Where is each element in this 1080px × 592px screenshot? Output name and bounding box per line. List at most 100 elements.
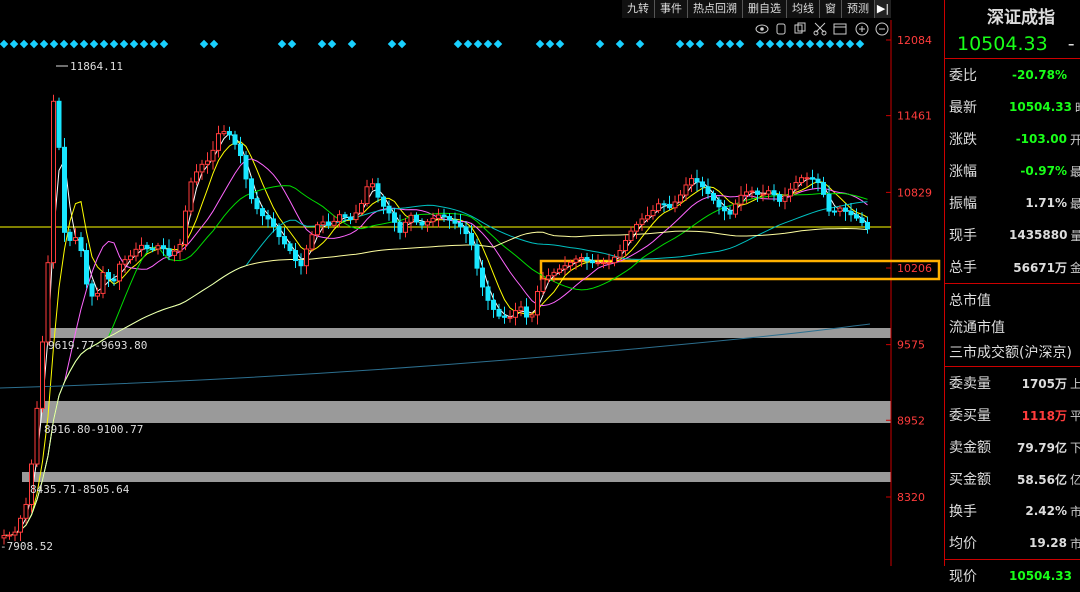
zone-label-3: 8435.71-8505.64 <box>30 483 130 496</box>
row-value: 1435880 <box>1009 228 1068 242</box>
event-marker[interactable] <box>463 39 473 49</box>
row-label: 换手 <box>949 504 977 520</box>
event-marker[interactable] <box>535 39 545 49</box>
copy-icon[interactable] <box>794 22 806 34</box>
event-marker[interactable] <box>89 39 99 49</box>
remove-watchlist-button[interactable]: 删自选 <box>742 0 786 18</box>
event-marker[interactable] <box>675 39 685 49</box>
event-marker[interactable] <box>347 39 357 49</box>
candle-body <box>562 265 568 270</box>
hotspot-review-button[interactable]: 热点回溯 <box>687 0 742 18</box>
event-marker[interactable] <box>119 39 129 49</box>
highlight-box[interactable] <box>539 259 941 281</box>
event-marker[interactable] <box>855 39 865 49</box>
cut-icon[interactable] <box>813 22 827 36</box>
event-marker[interactable] <box>139 39 149 49</box>
event-marker[interactable] <box>595 39 605 49</box>
candle-body <box>122 259 128 265</box>
event-marker[interactable] <box>493 39 503 49</box>
event-marker[interactable] <box>49 39 59 49</box>
nine-turn-button[interactable]: 九转 <box>622 0 654 18</box>
zoom-out-icon[interactable] <box>875 22 889 36</box>
hand-icon[interactable] <box>776 23 786 35</box>
event-marker[interactable] <box>397 39 407 49</box>
event-marker-row[interactable] <box>0 39 865 49</box>
event-marker[interactable] <box>555 39 565 49</box>
events-button[interactable]: 事件 <box>654 0 687 18</box>
event-marker[interactable] <box>209 39 219 49</box>
event-marker[interactable] <box>277 39 287 49</box>
event-marker[interactable] <box>755 39 765 49</box>
event-marker[interactable] <box>725 39 735 49</box>
event-marker[interactable] <box>327 39 337 49</box>
candle-body <box>194 171 199 183</box>
event-marker[interactable] <box>39 39 49 49</box>
event-marker[interactable] <box>199 39 209 49</box>
event-marker[interactable] <box>129 39 139 49</box>
event-marker[interactable] <box>545 39 555 49</box>
event-marker[interactable] <box>149 39 159 49</box>
event-marker[interactable] <box>825 39 835 49</box>
candle-body <box>661 203 667 206</box>
candle-body <box>639 218 645 225</box>
event-marker[interactable] <box>785 39 795 49</box>
event-marker[interactable] <box>9 39 19 49</box>
row-tail: 亿 <box>1070 472 1080 487</box>
event-marker[interactable] <box>805 39 815 49</box>
event-marker[interactable] <box>473 39 483 49</box>
event-marker[interactable] <box>159 39 169 49</box>
candle-body <box>441 214 447 218</box>
row-value: 1705万 <box>1021 376 1067 391</box>
row-label: 振幅 <box>949 196 977 212</box>
event-marker[interactable] <box>815 39 825 49</box>
eye-icon[interactable] <box>755 24 769 34</box>
event-marker[interactable] <box>635 39 645 49</box>
candle-body <box>1 535 7 539</box>
event-marker[interactable] <box>835 39 845 49</box>
event-marker[interactable] <box>775 39 785 49</box>
event-marker[interactable] <box>765 39 775 49</box>
forecast-button[interactable]: 预测 <box>841 0 874 18</box>
event-marker[interactable] <box>0 39 9 49</box>
event-marker[interactable] <box>685 39 695 49</box>
candle-body <box>216 133 221 151</box>
window-button[interactable]: 窗 <box>819 0 841 18</box>
event-marker[interactable] <box>483 39 493 49</box>
calendar-icon[interactable] <box>833 23 847 35</box>
candle-body <box>375 183 381 198</box>
candlestick-chart[interactable]: 12084 11461 10829 10206 9575 8952 8320 11864.1… <box>0 0 944 566</box>
event-marker[interactable] <box>109 39 119 49</box>
event-marker[interactable] <box>287 39 297 49</box>
event-marker[interactable] <box>695 39 705 49</box>
event-marker[interactable] <box>735 39 745 49</box>
event-marker[interactable] <box>317 39 327 49</box>
candle-body <box>546 275 551 280</box>
quote-row: 委比 -20.78% <box>945 59 1080 91</box>
zoom-in-icon[interactable] <box>855 22 869 36</box>
candle-body <box>650 209 656 217</box>
candle-body <box>155 245 161 250</box>
event-marker[interactable] <box>387 39 397 49</box>
candle-body <box>62 146 67 233</box>
moving-average-button[interactable]: 均线 <box>786 0 819 18</box>
event-marker[interactable] <box>29 39 39 49</box>
candle-body <box>859 217 865 224</box>
event-marker[interactable] <box>715 39 725 49</box>
event-marker[interactable] <box>795 39 805 49</box>
candle-body <box>755 190 760 195</box>
event-marker[interactable] <box>615 39 625 49</box>
event-marker[interactable] <box>99 39 109 49</box>
candle-body <box>502 315 507 318</box>
candle-body <box>722 206 727 212</box>
event-marker[interactable] <box>69 39 79 49</box>
event-marker[interactable] <box>79 39 89 49</box>
event-marker[interactable] <box>59 39 69 49</box>
candle-body <box>408 214 414 223</box>
event-marker[interactable] <box>453 39 463 49</box>
event-marker[interactable] <box>845 39 855 49</box>
row-value: 79.79亿 <box>1017 440 1067 455</box>
event-marker[interactable] <box>19 39 29 49</box>
collapse-panel-icon[interactable]: ▶| <box>874 0 891 18</box>
candle-body <box>678 194 683 203</box>
candle-body <box>469 233 474 246</box>
